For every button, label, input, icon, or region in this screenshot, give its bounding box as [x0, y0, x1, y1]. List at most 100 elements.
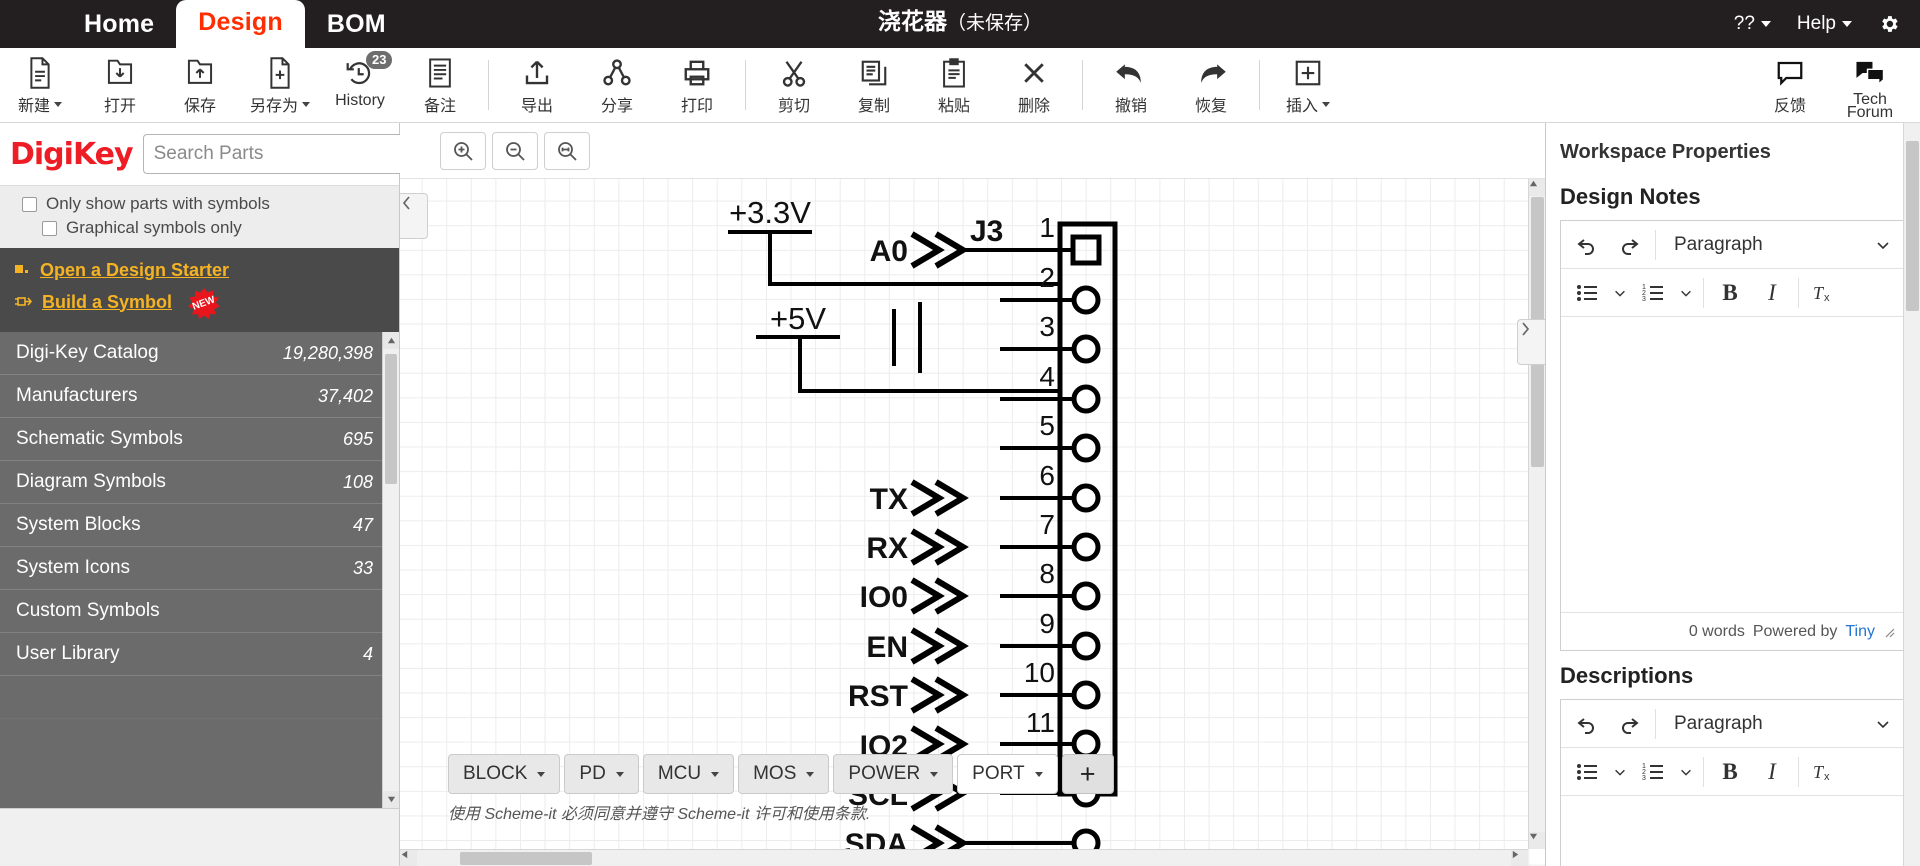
tiny-link[interactable]: Tiny [1845, 623, 1875, 641]
chevron-down-icon[interactable] [615, 771, 624, 777]
design-notes-content[interactable] [1561, 317, 1905, 612]
design-notes-format-select[interactable]: Paragraph [1662, 225, 1899, 265]
chevron-down-icon[interactable] [537, 771, 546, 777]
filter-graphical-only[interactable]: Graphical symbols only [0, 216, 399, 240]
checkbox-only-symbols[interactable] [22, 196, 37, 212]
design-notes-bullet-list-dropdown[interactable] [1609, 273, 1631, 313]
undo-button[interactable]: 撤销 [1091, 49, 1171, 121]
descriptions-number-list-dropdown[interactable] [1675, 752, 1697, 792]
build-symbol-row[interactable]: Build a Symbol NEW [0, 284, 399, 320]
checkbox-graphical-only[interactable] [42, 220, 57, 236]
add-sheet-button[interactable]: + [1061, 754, 1114, 794]
chevron-down-icon[interactable] [806, 771, 815, 777]
export-button[interactable]: 导出 [497, 49, 577, 121]
zoom-fit-button[interactable] [544, 131, 590, 170]
license-link[interactable]: Scheme-it 许可和使用条款 [677, 806, 865, 823]
category-row-schematic-symbols[interactable]: Schematic Symbols 695 [0, 418, 399, 461]
design-notes-bullet-list-button[interactable] [1567, 273, 1607, 313]
filter-only-symbols[interactable]: Only show parts with symbols [0, 192, 399, 216]
open-design-starter-row[interactable]: Open a Design Starter [0, 257, 399, 284]
language-menu[interactable]: ?? [1734, 13, 1771, 35]
category-row-system-icons[interactable]: System Icons 33 [0, 547, 399, 590]
chevron-down-icon[interactable] [711, 771, 720, 777]
chevron-down-icon[interactable] [1034, 771, 1043, 777]
tab-bom[interactable]: BOM [305, 2, 408, 48]
schematic-canvas[interactable]: +3.3V +5V 1 2 3 4 5 6 7 8 9 10 11 J3 A0 … [400, 179, 1545, 866]
design-notes-number-list-button[interactable]: 123 [1633, 273, 1673, 313]
right-scrollbar-thumb[interactable] [1906, 141, 1919, 311]
category-row-digikey-catalog[interactable]: Digi-Key Catalog 19,280,398 [0, 332, 399, 375]
design-notes-title: Design Notes [1560, 184, 1701, 209]
sheet-tab-port[interactable]: PORT [957, 754, 1058, 794]
design-notes-number-list-dropdown[interactable] [1675, 273, 1697, 313]
sheet-tab-pd[interactable]: PD [564, 754, 639, 794]
category-row-diagram-symbols[interactable]: Diagram Symbols 108 [0, 461, 399, 504]
descriptions-italic-button[interactable]: I [1752, 752, 1792, 792]
category-row-manufacturers[interactable]: Manufacturers 37,402 [0, 375, 399, 418]
descriptions-bold-button[interactable]: B [1710, 752, 1750, 792]
scroll-down-arrow[interactable] [1529, 832, 1545, 849]
search-input[interactable] [142, 134, 409, 174]
category-row-custom-symbols[interactable]: Custom Symbols [0, 590, 399, 633]
resize-grip-icon[interactable] [1883, 626, 1895, 638]
save-as-button[interactable]: 另存为 [240, 49, 320, 121]
history-button[interactable]: 23 History [320, 49, 400, 121]
descriptions-format-select[interactable]: Paragraph [1662, 704, 1899, 744]
sheet-tab-mcu[interactable]: MCU [642, 754, 735, 794]
canvas-vertical-scrollbar[interactable] [1528, 179, 1545, 849]
collapse-left-button[interactable] [400, 193, 428, 239]
tab-design[interactable]: Design [176, 0, 305, 48]
descriptions-number-list-button[interactable]: 123 [1633, 752, 1673, 792]
notes-button[interactable]: 备注 [400, 49, 480, 121]
category-row-user-library[interactable]: User Library 4 [0, 633, 399, 676]
parts-list-scrollbar[interactable] [382, 332, 399, 808]
sheet-tab-power[interactable]: POWER [833, 754, 954, 794]
horizontal-scrollbar-thumb[interactable] [460, 852, 592, 865]
paste-button[interactable]: 粘贴 [914, 49, 994, 121]
redo-button[interactable]: 恢复 [1171, 49, 1251, 121]
zoom-out-button[interactable] [492, 131, 538, 170]
design-notes-redo-button[interactable] [1609, 225, 1649, 265]
category-row-partial[interactable] [0, 676, 399, 719]
zoom-in-button[interactable] [440, 131, 486, 170]
copy-button[interactable]: 复制 [834, 49, 914, 121]
feedback-button[interactable]: 反馈 [1750, 49, 1830, 121]
scroll-right-arrow[interactable] [1511, 850, 1528, 866]
scroll-up-arrow[interactable] [1529, 179, 1545, 196]
sheet-tab-mos[interactable]: MOS [738, 754, 830, 794]
descriptions-undo-button[interactable] [1567, 704, 1607, 744]
build-symbol-link[interactable]: Build a Symbol [42, 292, 172, 313]
insert-button[interactable]: 插入 [1268, 49, 1348, 121]
descriptions-redo-button[interactable] [1609, 704, 1649, 744]
design-notes-undo-button[interactable] [1567, 225, 1607, 265]
collapse-right-button[interactable] [1517, 319, 1545, 365]
cut-button[interactable]: 剪切 [754, 49, 834, 121]
category-row-system-blocks[interactable]: System Blocks 47 [0, 504, 399, 547]
descriptions-clear-format-button[interactable]: Tx [1805, 752, 1845, 792]
descriptions-content[interactable] [1561, 796, 1905, 866]
tech-forum-button[interactable]: Tech Forum [1830, 49, 1910, 121]
scroll-down-arrow[interactable] [383, 791, 399, 808]
share-button[interactable]: 分享 [577, 49, 657, 121]
design-notes-bold-button[interactable]: B [1710, 273, 1750, 313]
design-notes-italic-button[interactable]: I [1752, 273, 1792, 313]
help-menu[interactable]: Help [1797, 13, 1852, 35]
open-design-starter-link[interactable]: Open a Design Starter [40, 260, 229, 281]
open-button[interactable]: 打开 [80, 49, 160, 121]
design-notes-clear-format-button[interactable]: Tx [1805, 273, 1845, 313]
descriptions-bullet-list-dropdown[interactable] [1609, 752, 1631, 792]
canvas-horizontal-scrollbar[interactable] [400, 849, 1528, 866]
gear-icon[interactable] [1878, 13, 1900, 35]
scroll-left-arrow[interactable] [400, 850, 417, 866]
print-button[interactable]: 打印 [657, 49, 737, 121]
sheet-tab-block[interactable]: BLOCK [448, 754, 561, 794]
save-button[interactable]: 保存 [160, 49, 240, 121]
delete-button[interactable]: 删除 [994, 49, 1074, 121]
descriptions-bullet-list-button[interactable] [1567, 752, 1607, 792]
chevron-down-icon[interactable] [930, 771, 939, 777]
right-panel-scrollbar[interactable] [1903, 123, 1920, 866]
new-button[interactable]: 新建 [0, 49, 80, 121]
tab-home[interactable]: Home [62, 2, 176, 48]
scrollbar-thumb[interactable] [385, 354, 397, 484]
scroll-up-arrow[interactable] [383, 332, 399, 349]
